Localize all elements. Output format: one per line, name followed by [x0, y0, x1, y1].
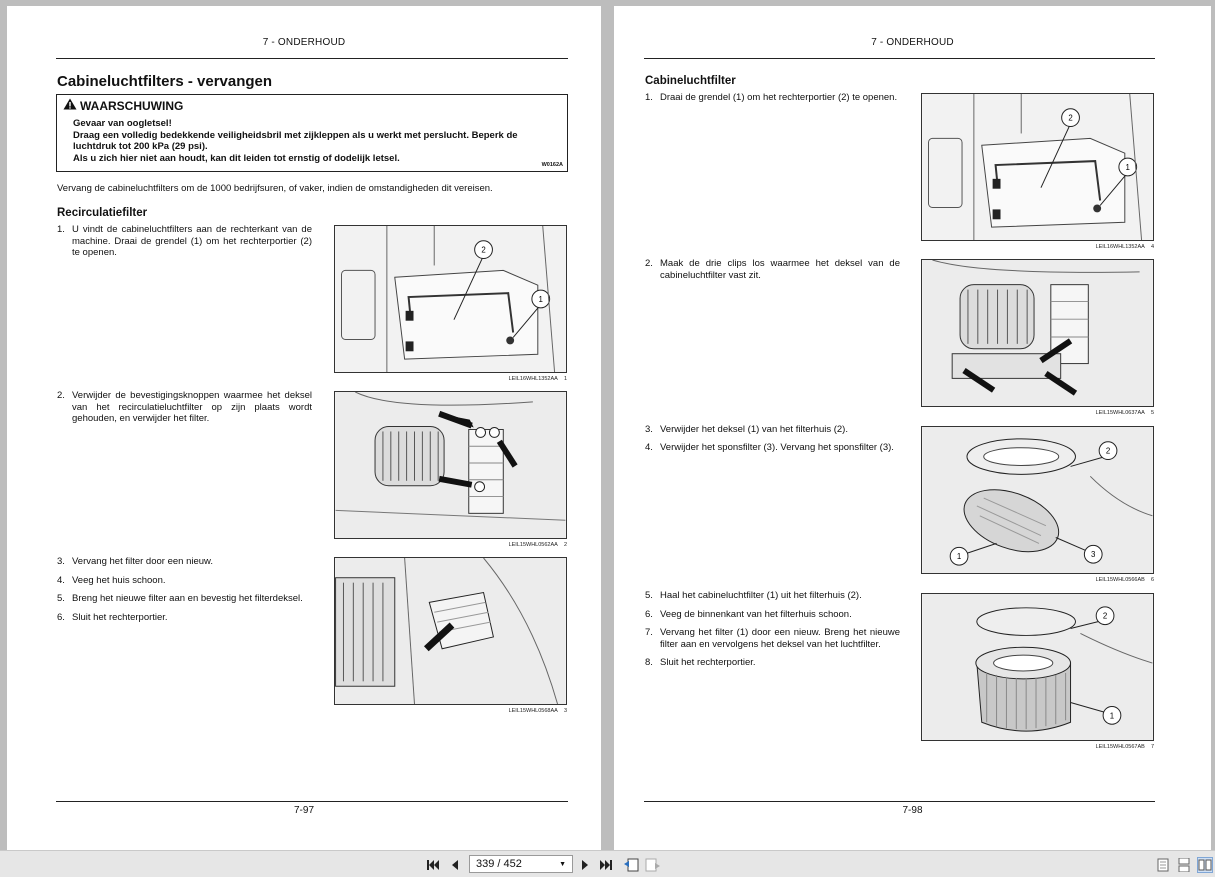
figure-caption: LEIL16WHL1352AA 4 [1095, 244, 1154, 250]
last-page-icon[interactable] [598, 857, 614, 873]
header-rule [644, 58, 1155, 59]
figure-new-filter [334, 557, 567, 705]
svg-text:1: 1 [539, 295, 543, 304]
prev-page-icon[interactable] [447, 857, 463, 873]
figure-clips [921, 259, 1154, 407]
step-item: 6. Sluit het rechterportier. [57, 612, 168, 623]
right-page: 7 - ONDERHOUD Cabineluchtfilter 1. Draai … [614, 6, 1211, 850]
section-heading: Recirculatiefilter [57, 207, 148, 219]
back-icon[interactable] [623, 857, 639, 873]
page-indicator[interactable]: 339 / 452 ▼ [469, 855, 573, 873]
step-item: 7. Vervang het filter (1) door een nieuw.… [645, 627, 900, 650]
step-item: 2. Maak de drie clips los waarmee het dek… [645, 258, 900, 281]
figure-caption: LEIL15WHL0567AB 7 [1095, 744, 1154, 750]
section-heading: Cabineluchtfilter [645, 75, 736, 87]
step-item: 6. Veeg de binnenkant van het filterhuis … [645, 609, 852, 620]
step-item: 5. Haal het cabineluchtfilter (1) uit het… [645, 590, 862, 601]
viewer-toolbar: 339 / 452 ▼ [0, 850, 1215, 877]
next-page-icon[interactable] [577, 857, 593, 873]
warning-line: Gevaar van oogletsel! [73, 118, 172, 129]
svg-text:2: 2 [1103, 612, 1107, 621]
page-number: 7-97 [293, 805, 314, 816]
step-item: 3. Verwijder het deksel (1) van het filte… [645, 424, 848, 435]
intro-text: Vervang de cabineluchtfilters om de 1000… [57, 183, 493, 194]
first-page-icon[interactable] [425, 857, 441, 873]
svg-text:2: 2 [481, 246, 485, 255]
step-item: 8. Sluit het rechterportier. [645, 657, 756, 668]
step-item: 1. U vindt de cabineluchtfilters aan de r… [57, 224, 312, 258]
left-page: 7 - ONDERHOUD Cabineluchtfilters - verva… [7, 6, 601, 850]
footer-rule [56, 801, 568, 802]
step-item: 4. Verwijder het sponsfilter (3). Vervang… [645, 442, 894, 453]
page-title: Cabineluchtfilters - vervangen [57, 73, 273, 90]
warning-line: Als u zich hier niet aan houdt, kan dit … [73, 152, 400, 164]
svg-text:3: 3 [1091, 550, 1096, 559]
svg-text:1: 1 [1110, 711, 1114, 720]
warning-triangle-icon [63, 98, 77, 113]
warning-box: WAARSCHUWING Gevaar van oogletsel! Draag… [56, 94, 568, 172]
header-rule [56, 58, 568, 59]
step-item: 5. Breng het nieuwe filter aan en bevesti… [57, 593, 303, 604]
two-page-icon[interactable] [1197, 857, 1213, 873]
figure-caption: LEIL15WHL0637AA 5 [1095, 410, 1154, 416]
figure-recirculation-filter [334, 391, 567, 539]
warning-line: Draag een volledig bedekkende veiligheid… [73, 129, 518, 153]
svg-text:1: 1 [957, 552, 961, 561]
svg-text:1: 1 [1126, 163, 1130, 172]
svg-text:2: 2 [1068, 114, 1072, 123]
figure-door-latch: 2 1 [921, 93, 1154, 241]
figure-filter-cover: 2 1 3 [921, 426, 1154, 574]
step-item: 4. Veeg het huis schoon. [57, 575, 166, 586]
continuous-icon[interactable] [1176, 857, 1192, 873]
forward-icon[interactable] [645, 857, 661, 873]
svg-text:2: 2 [1106, 447, 1110, 456]
page-number: 7-98 [902, 805, 923, 816]
page-header: 7 - ONDERHOUD [262, 37, 346, 48]
figure-caption: LEIL15WHL0562AA 2 [508, 542, 567, 548]
warning-code: W0162A [541, 162, 563, 168]
chevron-down-icon[interactable]: ▼ [559, 861, 566, 868]
warning-title: WAARSCHUWING [80, 98, 184, 113]
footer-rule [644, 801, 1155, 802]
step-item: 3. Vervang het filter door een nieuw. [57, 556, 214, 567]
figure-cabin-filter: 2 1 [921, 593, 1154, 741]
figure-caption: LEIL15WHL0568AA 3 [508, 708, 567, 714]
figure-door-latch: 2 1 [334, 225, 567, 373]
figure-caption: LEIL16WHL1352AA 1 [508, 376, 567, 382]
step-item: 1. Draai de grendel (1) om het rechterpor… [645, 92, 898, 103]
page-indicator-text: 339 / 452 [476, 858, 522, 870]
single-page-icon[interactable] [1155, 857, 1171, 873]
figure-caption: LEIL15WHL0566AB 6 [1095, 577, 1154, 583]
page-header: 7 - ONDERHOUD [871, 37, 954, 48]
step-item: 2. Verwijder de bevestigingsknoppen waarm… [57, 390, 312, 424]
